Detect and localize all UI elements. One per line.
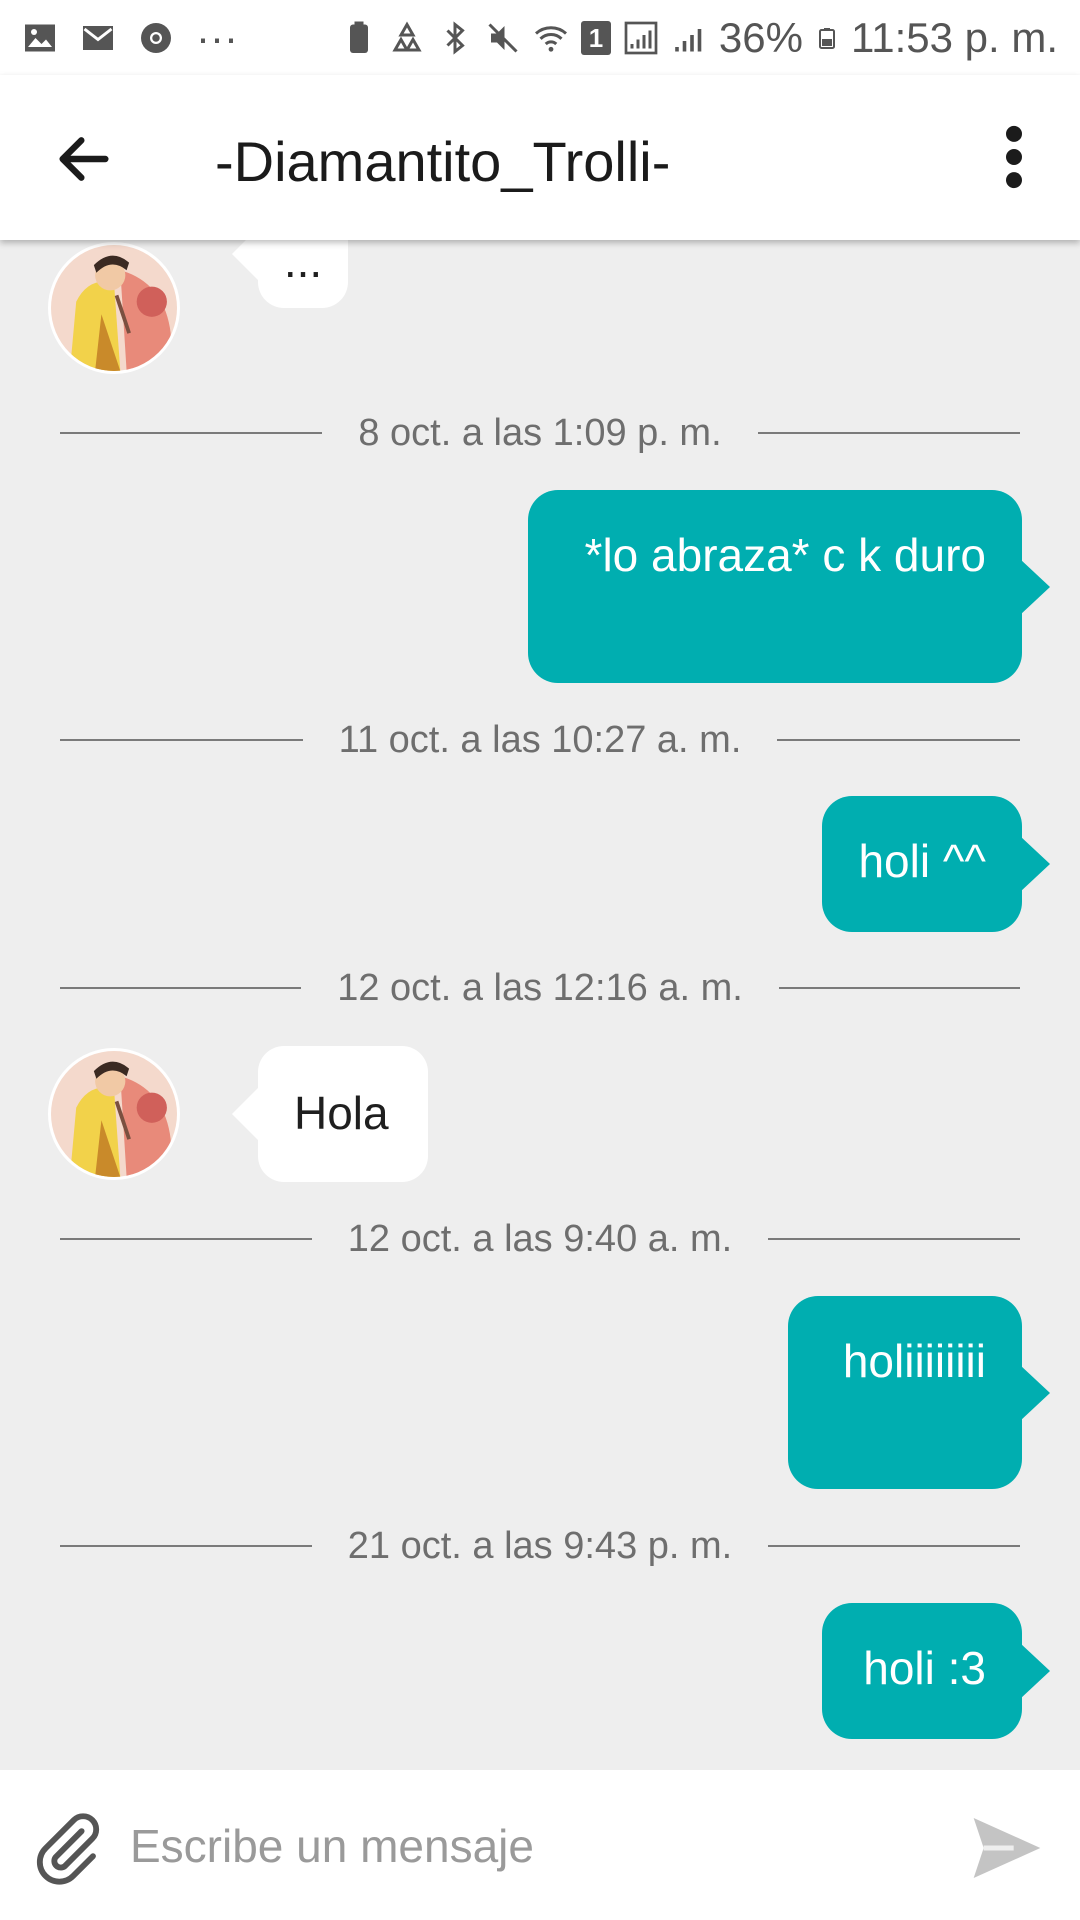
- message-composer: [0, 1770, 1080, 1920]
- more-notifications-indicator: ···: [196, 13, 238, 61]
- divider: [60, 1238, 312, 1240]
- battery-percent: 36%: [718, 13, 803, 61]
- message-bubble-incoming[interactable]: ...: [232, 240, 348, 308]
- date-label: 21 oct. a las 9:43 p. m.: [347, 1524, 733, 1567]
- message-bubble-incoming[interactable]: Hola: [232, 1046, 428, 1182]
- back-arrow-icon[interactable]: [52, 127, 116, 191]
- divider: [60, 432, 323, 434]
- avatar-illustration: [51, 245, 177, 371]
- more-options-icon[interactable]: [992, 125, 1036, 189]
- message-bubble-outgoing[interactable]: holi :3: [822, 1603, 1050, 1739]
- clock: 11:53 p. m.: [850, 13, 1058, 61]
- divider: [778, 987, 1021, 989]
- date-separator: 8 oct. a las 1:09 p. m.: [60, 408, 1020, 458]
- date-separator: 12 oct. a las 9:40 a. m.: [60, 1214, 1020, 1264]
- send-icon[interactable]: [964, 1808, 1050, 1888]
- gallery-notification-icon: [25, 24, 55, 51]
- battery-icon: [818, 27, 835, 49]
- bluetooth-icon: [446, 20, 465, 55]
- message-bubble-outgoing[interactable]: holi ^^: [822, 796, 1050, 932]
- message-bubble-outgoing[interactable]: holiiiiiiii: [788, 1296, 1050, 1489]
- wifi-icon: [534, 25, 567, 52]
- divider: [777, 739, 1020, 741]
- message-bubble-outgoing[interactable]: *lo abraza* c k duro: [528, 490, 1050, 683]
- chat-title: -Diamantito_Trolli-: [215, 130, 671, 193]
- message-text: holi ^^: [858, 835, 986, 887]
- message-list[interactable]: ... 8 oct. a las 1:09 p. m. *lo abraza* …: [0, 240, 1080, 1770]
- battery-saver-icon: [349, 21, 368, 53]
- message-text: holi :3: [863, 1642, 986, 1694]
- divider: [768, 1238, 1020, 1240]
- status-bar: ··· 1 36% 11:53 p. m.: [0, 0, 1080, 75]
- signal-sim1-icon: [624, 21, 658, 54]
- date-label: 11 oct. a las 10:27 a. m.: [338, 718, 742, 761]
- date-label: 12 oct. a las 12:16 a. m.: [337, 966, 743, 1009]
- contact-avatar[interactable]: [48, 1048, 180, 1180]
- signal-sim2-icon: [675, 28, 702, 51]
- recycle-icon: [392, 20, 422, 51]
- mute-icon: [488, 22, 518, 53]
- message-text: holiiiiiiii: [842, 1335, 986, 1387]
- avatar-illustration: [51, 1051, 177, 1177]
- email-notification-icon: [83, 25, 113, 50]
- divider: [60, 739, 303, 741]
- divider: [768, 1545, 1020, 1547]
- date-separator: 21 oct. a las 9:43 p. m.: [60, 1521, 1020, 1571]
- date-label: 8 oct. a las 1:09 p. m.: [358, 411, 722, 454]
- date-separator: 11 oct. a las 10:27 a. m.: [60, 715, 1020, 765]
- message-input[interactable]: [128, 1800, 912, 1892]
- divider: [60, 987, 302, 989]
- date-separator: 12 oct. a las 12:16 a. m.: [60, 963, 1021, 1013]
- date-label: 12 oct. a las 9:40 a. m.: [347, 1217, 733, 1260]
- divider: [757, 432, 1020, 434]
- sim-badge: 1: [580, 20, 611, 55]
- chrome-notification-icon: [141, 22, 171, 53]
- paperclip-icon[interactable]: [28, 1810, 106, 1888]
- divider: [60, 1545, 312, 1547]
- message-text: *lo abraza* c k duro: [584, 529, 986, 581]
- contact-avatar[interactable]: [48, 242, 180, 374]
- app-bar: -Diamantito_Trolli-: [0, 75, 1080, 240]
